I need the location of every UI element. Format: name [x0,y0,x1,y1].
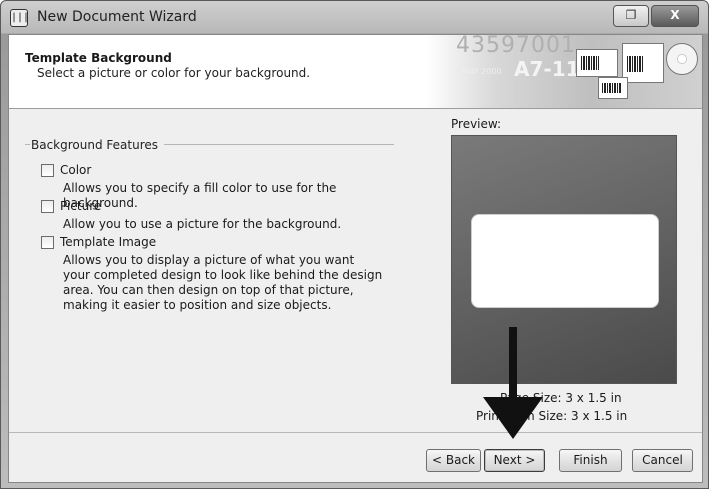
preview-label: Preview: [451,117,502,131]
restore-button[interactable]: ❐ [613,5,649,27]
wizard-client-area: Template Background Select a picture or … [8,34,703,483]
close-button[interactable]: X [651,5,699,27]
wizard-window: ||| New Document Wizard ❐ X Template Bac… [0,0,709,489]
color-description: Allows you to specify a fill color to us… [63,181,337,210]
banner-number-text: 43597001 [456,35,576,58]
preview-label-shape [471,214,659,308]
label-card-2 [622,43,664,83]
header-banner-image: 43597001 MAY 2000 A7-118 [426,35,702,108]
picture-description: Allow you to use a picture for the backg… [63,217,342,231]
barcode [602,83,622,93]
barcode [581,56,599,70]
page-title: Template Background [25,51,172,65]
disc-icon [666,43,698,75]
label-card-1 [576,49,618,77]
group-label: Background Features [31,138,159,152]
next-button[interactable]: Next > [484,449,545,472]
down-arrow-icon [483,397,543,439]
back-button[interactable]: < Back [426,449,481,472]
color-checkbox[interactable] [41,164,54,177]
title-bar[interactable]: ||| New Document Wizard ❐ X [1,1,708,33]
app-icon: ||| [10,9,29,27]
picture-checkbox-label[interactable]: Picture [60,199,101,213]
window-title: New Document Wizard [37,9,197,25]
preview-pane [451,135,677,384]
footer-separator [9,432,702,433]
label-card-3 [598,77,628,99]
finish-button[interactable]: Finish [559,449,622,472]
group-border [164,144,394,145]
qr-code [627,56,643,72]
cancel-button[interactable]: Cancel [632,449,693,472]
template-image-checkbox[interactable] [41,236,54,249]
wizard-header: Template Background Select a picture or … [9,35,702,109]
banner-date-text: MAY 2000 [462,67,502,76]
down-arrow-icon [509,327,517,399]
page-subtitle: Select a picture or color for your backg… [37,66,311,80]
template-image-description: Allows you to display a picture of what … [63,253,383,312]
picture-checkbox[interactable] [41,200,54,213]
template-image-checkbox-label[interactable]: Template Image [60,235,156,249]
group-border [25,144,30,145]
color-checkbox-label[interactable]: Color [60,163,91,177]
